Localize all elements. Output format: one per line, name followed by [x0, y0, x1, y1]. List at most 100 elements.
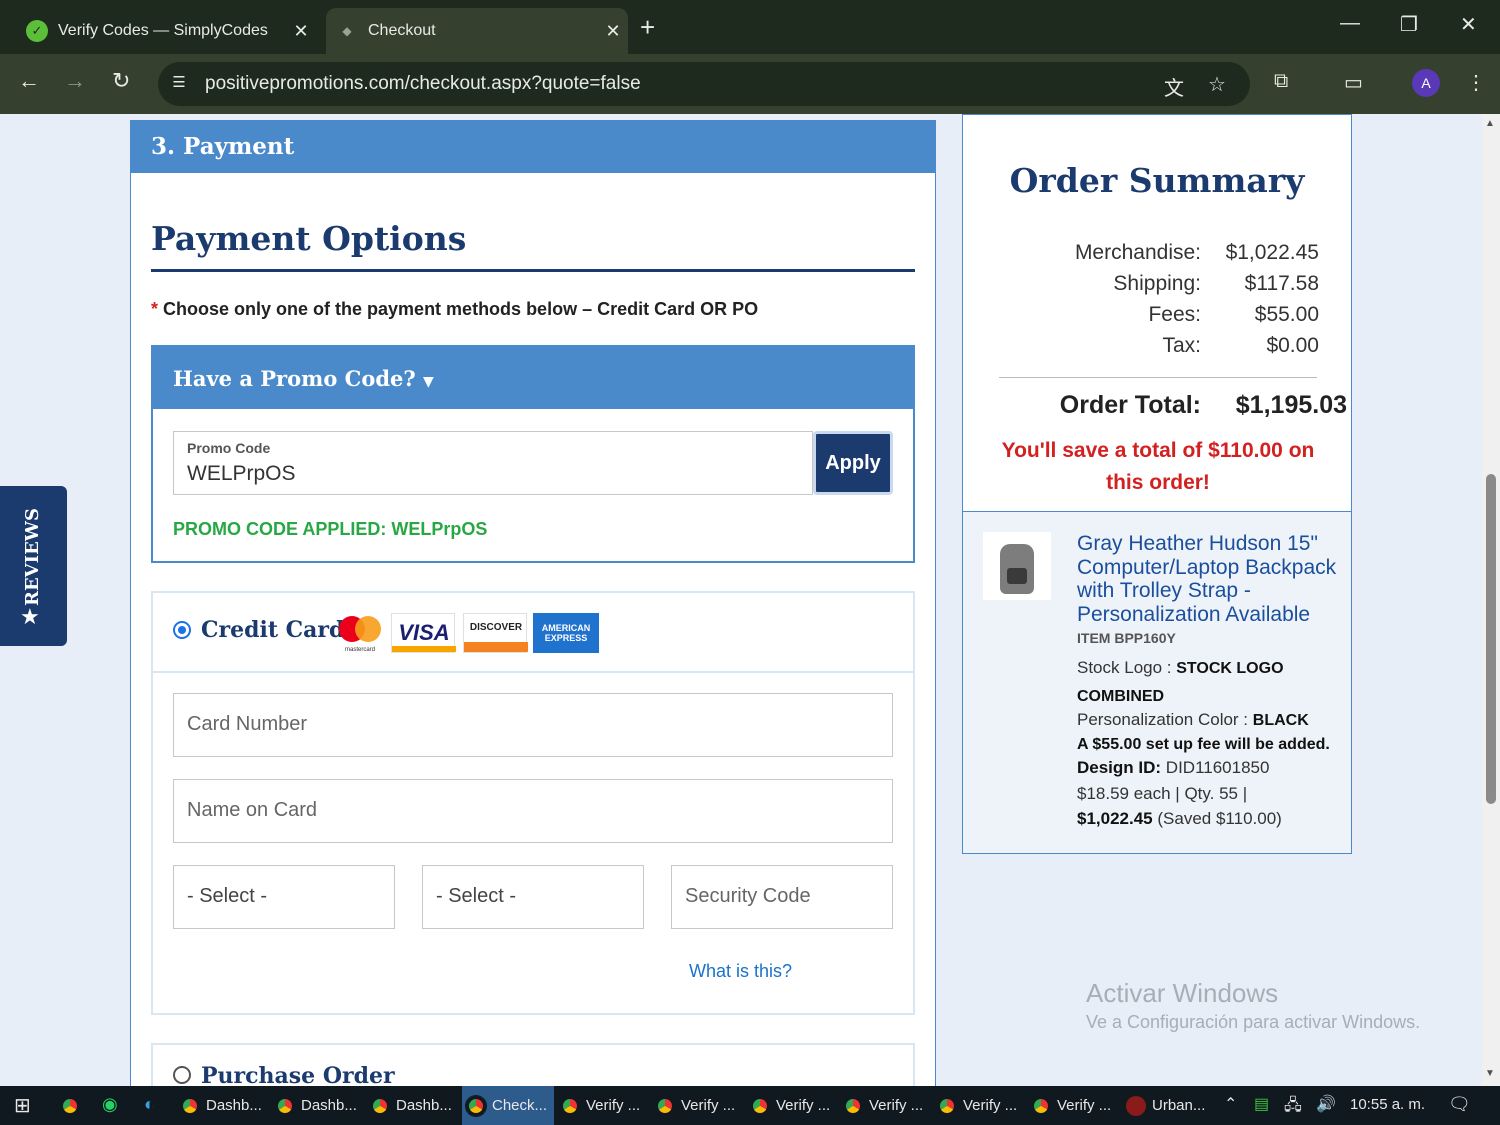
item-title-link[interactable]: Gray Heather Hudson 15" Computer/Laptop …: [1077, 532, 1339, 626]
promo-code-label: Promo Code: [187, 440, 271, 456]
tray-chevron-up-icon[interactable]: ⌃: [1224, 1094, 1237, 1114]
cart-item: Gray Heather Hudson 15" Computer/Laptop …: [963, 511, 1351, 853]
tab-checkout[interactable]: ◆ Checkout ✕: [326, 8, 628, 54]
url-text[interactable]: positivepromotions.com/checkout.aspx?quo…: [205, 73, 641, 95]
whatsapp-icon[interactable]: ◉: [102, 1094, 118, 1115]
site-settings-icon[interactable]: ☰: [168, 73, 190, 95]
taskbar-window-label: Verify ...: [963, 1097, 1018, 1114]
taskbar-window-6[interactable]: Verify ...: [750, 1086, 842, 1125]
stock-logo-value: STOCK LOGO: [1176, 660, 1284, 677]
mastercard-logo-icon: mastercard: [339, 616, 381, 653]
reload-icon[interactable]: ↻: [112, 68, 130, 94]
taskbar-window-10[interactable]: Urban...: [1126, 1086, 1218, 1125]
fees-label: Fees:: [1148, 303, 1201, 326]
promo-code-value[interactable]: WELPrpOS: [187, 462, 296, 486]
security-code-input[interactable]: Security Code: [671, 865, 893, 929]
name-on-card-input[interactable]: Name on Card: [173, 779, 893, 843]
network-icon[interactable]: 🖧: [1284, 1094, 1302, 1121]
tray-app-icon[interactable]: ▤: [1254, 1094, 1269, 1114]
translate-icon[interactable]: 文: [1164, 72, 1184, 101]
taskbar-window-8[interactable]: Verify ...: [937, 1086, 1029, 1125]
credit-card-header: Credit Card mastercard VISA DISCOVER AME…: [153, 593, 913, 673]
payment-options-title: Payment Options: [151, 219, 467, 258]
visa-stripe: [392, 646, 456, 652]
order-total-label: Order Total:: [1059, 391, 1201, 419]
taskbar-window-9[interactable]: Verify ...: [1031, 1086, 1123, 1125]
chrome-icon: [180, 1095, 200, 1116]
chrome-icon: [937, 1095, 957, 1116]
chrome-icon: [1031, 1095, 1051, 1116]
tab-search-icon[interactable]: ▭: [1344, 70, 1363, 95]
purchase-order-panel: Purchase Order: [151, 1043, 915, 1086]
promo-code-toggle[interactable]: Have a Promo Code? ▼: [153, 347, 913, 409]
design-id-label: Design ID:: [1077, 758, 1162, 777]
clock[interactable]: 10:55 a. m.: [1350, 1096, 1425, 1113]
taskbar-window-7[interactable]: Verify ...: [843, 1086, 935, 1125]
browser-toolbar: ← → ↻ ☰ positivepromotions.com/checkout.…: [0, 54, 1500, 114]
fees-value: $55.00: [1254, 303, 1319, 326]
close-tab-icon[interactable]: ✕: [286, 21, 316, 42]
stock-logo-label: Stock Logo :: [1077, 658, 1172, 677]
mastercard-wordmark: mastercard: [345, 647, 375, 653]
stock-logo-line-2: COMBINED: [1077, 686, 1164, 706]
browser-tab-bar: ✓ Verify Codes — SimplyCodes ✕ ◆ Checkou…: [0, 0, 1500, 54]
backpack-thumbnail[interactable]: [983, 532, 1051, 600]
page-scrollbar[interactable]: ▲ ▼: [1482, 114, 1500, 1086]
apply-button[interactable]: Apply: [813, 431, 893, 495]
chrome-icon: [560, 1095, 580, 1116]
chrome-icon: [843, 1095, 863, 1116]
taskbar-window-0[interactable]: Dashb...: [180, 1086, 272, 1125]
item-sku: ITEM BPP160Y: [1077, 630, 1176, 646]
notifications-icon[interactable]: 🗨: [1448, 1094, 1471, 1115]
purchase-order-label[interactable]: Purchase Order: [201, 1063, 395, 1086]
what-is-this-link[interactable]: What is this?: [689, 961, 792, 982]
edge-icon[interactable]: ◐: [144, 1094, 155, 1115]
taskbar-window-label: Verify ...: [1057, 1097, 1112, 1114]
purchase-order-radio[interactable]: [173, 1066, 191, 1084]
taskbar-window-label: Urban...: [1152, 1097, 1206, 1114]
address-bar[interactable]: ☰ positivepromotions.com/checkout.aspx?q…: [158, 62, 1250, 106]
forward-icon[interactable]: →: [64, 68, 86, 94]
stock-logo-value-2: COMBINED: [1077, 688, 1165, 705]
windows-activation-title: Activar Windows: [1086, 978, 1279, 1008]
expiry-month-select[interactable]: - Select -: [173, 865, 395, 929]
scroll-up-icon[interactable]: ▲: [1485, 118, 1495, 129]
credit-card-radio[interactable]: [173, 621, 191, 639]
taskbar-window-2[interactable]: Dashb...: [370, 1086, 462, 1125]
bookmark-star-icon[interactable]: ☆: [1208, 72, 1226, 97]
simplycodes-favicon-icon: ✓: [26, 20, 48, 42]
card-number-input[interactable]: Card Number: [173, 693, 893, 757]
new-tab-icon[interactable]: +: [640, 12, 655, 43]
scroll-down-icon[interactable]: ▼: [1485, 1068, 1495, 1079]
chrome-pinned-icon[interactable]: [60, 1086, 86, 1125]
profile-avatar[interactable]: A: [1412, 69, 1440, 97]
order-summary-title: Order Summary: [1009, 161, 1305, 200]
taskbar-window-3[interactable]: Check...: [462, 1086, 554, 1125]
back-icon[interactable]: ←: [18, 68, 40, 94]
extensions-icon[interactable]: ⧉: [1274, 70, 1288, 93]
setup-fee-note: A $55.00 set up fee will be added.: [1077, 734, 1330, 754]
volume-icon[interactable]: 🔊: [1316, 1094, 1336, 1114]
taskbar-window-label: Dashb...: [396, 1097, 452, 1114]
required-star: *: [151, 299, 159, 319]
caret-down-icon: ▼: [423, 374, 434, 390]
expiry-year-select[interactable]: - Select -: [422, 865, 644, 929]
taskbar-window-1[interactable]: Dashb...: [275, 1086, 367, 1125]
minimize-icon[interactable]: —: [1340, 12, 1360, 35]
site-favicon-icon: ◆: [342, 24, 352, 38]
reviews-tab[interactable]: REVIEWS ★: [0, 486, 67, 646]
windows-activation-subtitle: Ve a Configuración para activar Windows.: [1086, 1012, 1421, 1032]
credit-card-label[interactable]: Credit Card: [201, 617, 344, 643]
close-window-icon[interactable]: ✕: [1460, 12, 1477, 37]
taskbar-window-4[interactable]: Verify ...: [560, 1086, 652, 1125]
payment-instruction: * Choose only one of the payment methods…: [151, 299, 758, 320]
close-tab-icon[interactable]: ✕: [598, 21, 628, 42]
windows-start-icon[interactable]: ⊞: [14, 1093, 31, 1118]
promo-code-input[interactable]: Promo Code WELPrpOS: [173, 431, 813, 495]
tab-title: Checkout: [368, 22, 436, 39]
tab-verify-codes[interactable]: ✓ Verify Codes — SimplyCodes ✕: [16, 8, 316, 54]
restore-icon[interactable]: ❐: [1400, 12, 1418, 37]
scrollbar-thumb[interactable]: [1486, 474, 1496, 804]
taskbar-window-5[interactable]: Verify ...: [655, 1086, 747, 1125]
menu-kebab-icon[interactable]: ⋮: [1466, 70, 1486, 95]
